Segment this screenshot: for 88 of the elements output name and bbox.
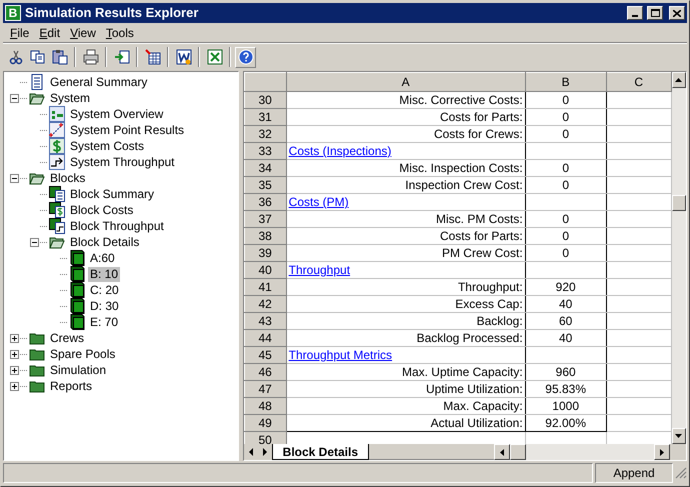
window-title: Simulation Results Explorer xyxy=(25,4,200,22)
tree-item[interactable]: D: 30 xyxy=(88,298,121,314)
append-button[interactable]: Append xyxy=(595,463,673,483)
section-link[interactable]: Throughput Metrics xyxy=(288,348,392,362)
value-cell: 960 xyxy=(525,364,606,380)
row-header[interactable]: 36 xyxy=(244,194,286,210)
row-header[interactable]: 41 xyxy=(244,278,286,296)
label-cell: Backlog: xyxy=(286,312,526,330)
label-cell: Misc. PM Costs: xyxy=(286,210,526,228)
row-header[interactable]: 47 xyxy=(244,380,286,398)
tree-item[interactable]: System Costs xyxy=(68,138,146,154)
tree-item[interactable]: General Summary xyxy=(48,74,150,90)
tree-item[interactable]: Reports xyxy=(48,378,94,394)
value-cell: 0 xyxy=(525,244,606,262)
label-cell: Max. Capacity: xyxy=(286,398,526,414)
value-cell: 60 xyxy=(525,312,606,330)
row-header[interactable]: 46 xyxy=(244,364,286,380)
row-header[interactable]: 44 xyxy=(244,330,286,346)
label-cell: Costs for Crews: xyxy=(286,126,526,142)
label-cell: Throughput: xyxy=(286,278,526,296)
value-cell: 92.00% xyxy=(525,414,606,432)
row-header[interactable]: 31 xyxy=(244,108,286,126)
tree-item[interactable]: Block Throughput xyxy=(68,218,166,234)
row-header[interactable]: 38 xyxy=(244,228,286,244)
row-header[interactable]: 50 xyxy=(244,432,286,444)
section-link[interactable]: Costs (PM) xyxy=(288,195,349,209)
tree-item[interactable]: System Overview xyxy=(68,106,166,122)
label-cell: Costs for Parts: xyxy=(286,108,526,126)
label-cell: Misc. Inspection Costs: xyxy=(286,160,526,176)
column-header[interactable]: B xyxy=(525,72,606,92)
tree-item[interactable]: Block Details xyxy=(68,234,142,250)
row-header[interactable]: 32 xyxy=(244,126,286,142)
tree-item[interactable]: Spare Pools xyxy=(48,346,118,362)
label-cell: Costs for Parts: xyxy=(286,228,526,244)
tree-item[interactable]: Simulation xyxy=(48,362,108,378)
value-cell: 1000 xyxy=(525,398,606,414)
row-header[interactable]: 34 xyxy=(244,160,286,176)
value-cell: 0 xyxy=(525,160,606,176)
tree-item[interactable]: Blocks xyxy=(48,170,88,186)
label-cell: Misc. Corrective Costs: xyxy=(286,92,526,108)
row-header[interactable]: 39 xyxy=(244,244,286,262)
app-logo: B xyxy=(5,5,21,21)
value-cell: 0 xyxy=(525,176,606,194)
row-header[interactable]: 33 xyxy=(244,142,286,160)
menu-item[interactable]: File xyxy=(5,24,34,42)
row-header[interactable]: 48 xyxy=(244,398,286,414)
tree-item[interactable]: System Throughput xyxy=(68,154,177,170)
value-cell: 0 xyxy=(525,228,606,244)
row-header[interactable]: 40 xyxy=(244,262,286,278)
value-cell: 40 xyxy=(525,330,606,346)
label-cell: Backlog Processed: xyxy=(286,330,526,346)
row-header[interactable]: 42 xyxy=(244,296,286,312)
row-header[interactable]: 43 xyxy=(244,312,286,330)
sheet-tab[interactable]: Block Details xyxy=(272,444,370,460)
value-cell: 95.83% xyxy=(525,380,606,398)
row-header[interactable]: 30 xyxy=(244,92,286,108)
value-cell: 0 xyxy=(525,92,606,108)
column-header[interactable]: A xyxy=(286,72,526,92)
row-header[interactable]: 37 xyxy=(244,210,286,228)
menu-item[interactable]: Tools xyxy=(100,24,139,42)
tree-item[interactable]: A:60 xyxy=(88,250,117,266)
value-cell: 0 xyxy=(525,126,606,142)
section-link[interactable]: Throughput xyxy=(288,263,350,277)
menu-item[interactable]: View xyxy=(65,24,101,42)
tree-item[interactable]: System xyxy=(48,90,92,106)
label-cell: Inspection Crew Cost: xyxy=(286,176,526,194)
row-header[interactable]: 45 xyxy=(244,346,286,364)
tree-item[interactable]: E: 70 xyxy=(88,314,120,330)
tree-item[interactable]: Crews xyxy=(48,330,86,346)
column-header[interactable]: C xyxy=(606,72,672,92)
label-cell: Excess Cap: xyxy=(286,296,526,312)
label-cell: Actual Utilization: xyxy=(286,414,526,432)
row-header[interactable]: 35 xyxy=(244,176,286,194)
label-cell: Max. Uptime Capacity: xyxy=(286,364,526,380)
label-cell: PM Crew Cost: xyxy=(286,244,526,262)
tree-item[interactable]: B: 10 xyxy=(88,266,120,282)
tree-item[interactable]: Block Summary xyxy=(68,186,156,202)
value-cell: 0 xyxy=(525,210,606,228)
tree-item[interactable]: System Point Results xyxy=(68,122,186,138)
section-link[interactable]: Costs (Inspections) xyxy=(288,144,392,158)
label-cell: Uptime Utilization: xyxy=(286,380,526,398)
tree-item[interactable]: Block Costs xyxy=(68,202,136,218)
row-header[interactable]: 49 xyxy=(244,414,286,432)
value-cell: 40 xyxy=(525,296,606,312)
value-cell: 0 xyxy=(525,108,606,126)
value-cell: 920 xyxy=(525,278,606,296)
tree-item[interactable]: C: 20 xyxy=(88,282,121,298)
menu-item[interactable]: Edit xyxy=(34,24,66,42)
